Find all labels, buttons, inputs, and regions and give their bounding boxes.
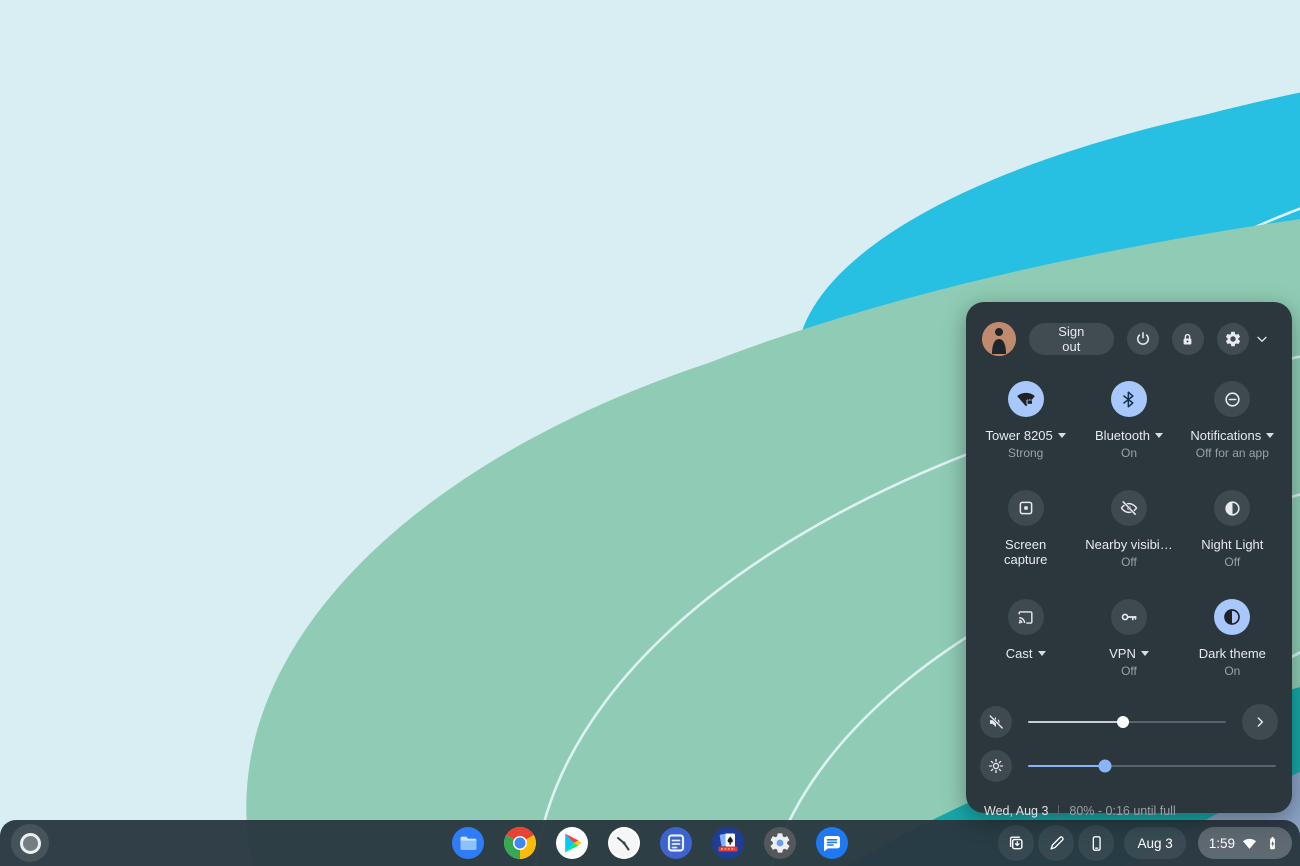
- tile-label: Cast: [1006, 646, 1033, 661]
- lock-icon: [1179, 331, 1196, 348]
- tile-label: VPN: [1109, 646, 1136, 661]
- settings-button[interactable]: [1217, 323, 1249, 355]
- shelf-date: Aug 3: [1137, 836, 1172, 851]
- quick-settings-panel: Sign out: [966, 302, 1292, 813]
- launcher-icon: [20, 833, 41, 854]
- quick-settings-header: Sign out: [966, 302, 1292, 364]
- tile-notifications[interactable]: Notifications Off for an app: [1181, 381, 1284, 472]
- collapse-chevron-icon: [1254, 331, 1270, 347]
- user-avatar[interactable]: [982, 322, 1016, 356]
- tile-status: On: [1121, 446, 1137, 460]
- lock-button[interactable]: [1172, 323, 1204, 355]
- dropdown-arrow-icon[interactable]: [1058, 433, 1066, 438]
- tile-label: Nearby visibi…: [1085, 537, 1172, 552]
- tile-vpn[interactable]: VPN Off: [1077, 599, 1180, 690]
- audio-settings-button[interactable]: [1242, 704, 1278, 740]
- brightness-icon: [987, 757, 1005, 775]
- volume-muted-icon: [987, 713, 1005, 731]
- calendar-date-pill[interactable]: Aug 3: [1124, 827, 1185, 859]
- tile-network[interactable]: Tower 8205 Strong: [974, 381, 1077, 472]
- tile-label: Bluetooth: [1095, 428, 1150, 443]
- sliders-section: [966, 690, 1292, 786]
- solitaire-app-icon[interactable]: [711, 826, 745, 860]
- battery-status-text: 80% - 0:16 until full: [1069, 804, 1175, 818]
- tile-status: On: [1224, 664, 1240, 678]
- power-button[interactable]: [1127, 323, 1159, 355]
- tile-screen-capture[interactable]: Screen capture: [974, 490, 1077, 581]
- brightness-slider-fill: [1028, 765, 1105, 768]
- status-area-pill[interactable]: 1:59: [1198, 827, 1292, 859]
- stylus-tools-button[interactable]: [1038, 825, 1074, 861]
- launcher-button[interactable]: [11, 824, 49, 862]
- tile-cast[interactable]: Cast: [974, 599, 1077, 690]
- footer-divider: [1058, 805, 1059, 818]
- night-light-icon[interactable]: [1214, 490, 1250, 526]
- dark-theme-icon[interactable]: [1214, 599, 1250, 635]
- settings-gear-icon: [1224, 330, 1242, 348]
- quick-settings-tiles: Tower 8205 Strong Bluetooth On: [966, 364, 1292, 690]
- holding-space-icon: [1006, 833, 1026, 853]
- do-not-disturb-icon[interactable]: [1214, 381, 1250, 417]
- tile-status: Off: [1224, 555, 1240, 569]
- tile-status: Off for an app: [1196, 446, 1269, 460]
- messages-app-icon[interactable]: [815, 826, 849, 860]
- chrome-app-icon[interactable]: [503, 826, 537, 860]
- files-app-icon[interactable]: [451, 826, 485, 860]
- tile-dark-theme[interactable]: Dark theme On: [1181, 599, 1284, 690]
- tile-label: Night Light: [1201, 537, 1263, 552]
- dropdown-arrow-icon[interactable]: [1266, 433, 1274, 438]
- brightness-slider-thumb[interactable]: [1098, 760, 1111, 773]
- visibility-off-icon[interactable]: [1111, 490, 1147, 526]
- play-store-app-icon[interactable]: [555, 826, 589, 860]
- settings-app-icon[interactable]: [763, 826, 797, 860]
- tile-label: Screen capture: [995, 537, 1057, 567]
- volume-slider-row: [980, 702, 1278, 742]
- status-tray: Aug 3 1:59: [998, 825, 1292, 861]
- brightness-button[interactable]: [980, 750, 1012, 782]
- brightness-slider[interactable]: [1028, 765, 1276, 768]
- volume-mute-button[interactable]: [980, 706, 1012, 738]
- avatar-photo: [982, 322, 1016, 356]
- battery-charging-icon: [1264, 835, 1281, 852]
- tile-label: Notifications: [1190, 428, 1261, 443]
- wifi-locked-icon[interactable]: [1008, 381, 1044, 417]
- shelf: Aug 3 1:59: [0, 820, 1300, 866]
- tile-status: Strong: [1008, 446, 1043, 460]
- tile-label: Tower 8205: [986, 428, 1053, 443]
- cast-icon[interactable]: [1008, 599, 1044, 635]
- tile-nearby-visibility[interactable]: Nearby visibi… Off: [1077, 490, 1180, 581]
- bluetooth-icon[interactable]: [1111, 381, 1147, 417]
- sign-out-button[interactable]: Sign out: [1029, 323, 1114, 355]
- vpn-key-icon[interactable]: [1111, 599, 1147, 635]
- tile-label: Dark theme: [1199, 646, 1266, 661]
- chevron-right-icon: [1252, 714, 1268, 730]
- volume-slider-thumb[interactable]: [1117, 716, 1129, 728]
- desktop: Sign out: [0, 0, 1300, 866]
- stylus-tools-icon: [1047, 834, 1066, 853]
- brightness-slider-row: [980, 746, 1278, 786]
- dropdown-arrow-icon[interactable]: [1038, 651, 1046, 656]
- quick-settings-footer: Wed, Aug 3 80% - 0:16 until full: [966, 790, 1292, 818]
- volume-slider[interactable]: [1028, 721, 1226, 724]
- dropdown-arrow-icon[interactable]: [1155, 433, 1163, 438]
- tile-night-light[interactable]: Night Light Off: [1181, 490, 1284, 581]
- dropdown-arrow-icon[interactable]: [1141, 651, 1149, 656]
- footer-date: Wed, Aug 3: [984, 804, 1048, 818]
- phone-hub-icon: [1087, 834, 1106, 853]
- tile-bluetooth[interactable]: Bluetooth On: [1077, 381, 1180, 472]
- holding-space-button[interactable]: [998, 825, 1034, 861]
- collapse-panel-button[interactable]: [1249, 325, 1276, 353]
- tile-status: Off: [1121, 664, 1137, 678]
- screen-capture-icon[interactable]: [1008, 490, 1044, 526]
- shelf-time: 1:59: [1209, 836, 1235, 851]
- tile-status: Off: [1121, 555, 1137, 569]
- shelf-app-row: [451, 826, 849, 860]
- wifi-status-icon: [1241, 835, 1258, 852]
- clock-app-icon[interactable]: [607, 826, 641, 860]
- power-icon: [1134, 330, 1152, 348]
- phone-hub-button[interactable]: [1078, 825, 1114, 861]
- text-editor-app-icon[interactable]: [659, 826, 693, 860]
- volume-slider-fill: [1028, 721, 1123, 724]
